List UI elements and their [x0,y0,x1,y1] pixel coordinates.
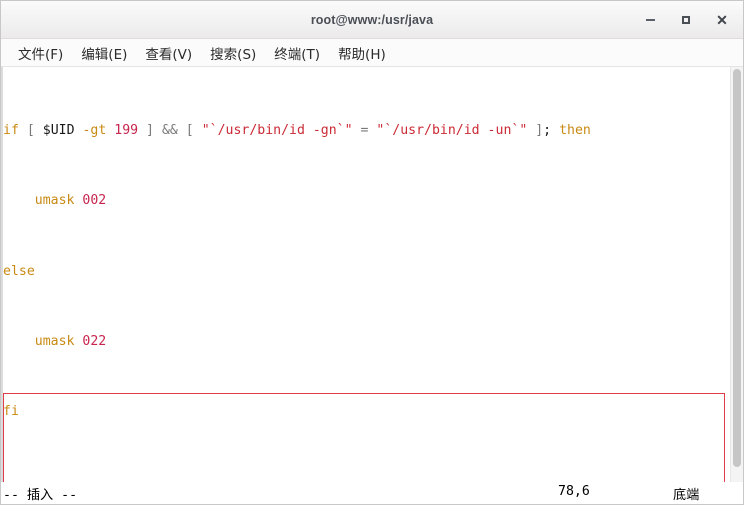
code-line: fi [3,403,730,421]
menu-item-file[interactable]: 文件(F) [9,41,72,65]
vim-mode-indicator: -- 插入 -- [3,484,77,503]
code-line: umask 002 [3,192,730,210]
title-bar[interactable]: root@www:/usr/java ✕ [1,1,743,39]
window-title: root@www:/usr/java [311,13,433,27]
maximize-icon [682,16,690,24]
menu-item-search[interactable]: 搜索(S) [201,41,265,65]
window-controls: ✕ [639,1,733,38]
vim-text-area[interactable]: if [ $UID -gt 199 ] && [ "`/usr/bin/id -… [1,67,730,482]
menu-bar: 文件(F) 编辑(E) 查看(V) 搜索(S) 终端(T) 帮助(H) [1,39,743,67]
maximize-button[interactable] [675,9,697,31]
vim-status-bar: -- 插入 -- 78,6 底端 [1,482,743,504]
minimize-icon [646,19,655,21]
code-line: if [ $UID -gt 199 ] && [ "`/usr/bin/id -… [3,122,730,140]
minimize-button[interactable] [639,9,661,31]
vim-cursor-position: 78,6 [558,484,590,499]
close-icon: ✕ [716,13,728,27]
code-line: umask 022 [3,333,730,351]
terminal-window: root@www:/usr/java ✕ 文件(F) 编辑(E) 查看(V) 搜… [0,0,744,505]
menu-item-edit[interactable]: 编辑(E) [72,41,136,65]
terminal-body[interactable]: if [ $UID -gt 199 ] && [ "`/usr/bin/id -… [1,67,743,482]
editor-left-edge [1,67,3,482]
code-line [3,474,730,482]
menu-item-view[interactable]: 查看(V) [136,41,201,65]
vertical-scrollbar[interactable] [730,67,743,482]
code-line: else [3,263,730,281]
menu-item-terminal[interactable]: 终端(T) [265,41,329,65]
vim-file-location: 底端 [673,484,699,503]
scrollbar-thumb[interactable] [733,69,741,467]
close-button[interactable]: ✕ [711,9,733,31]
menu-item-help[interactable]: 帮助(H) [329,41,395,65]
